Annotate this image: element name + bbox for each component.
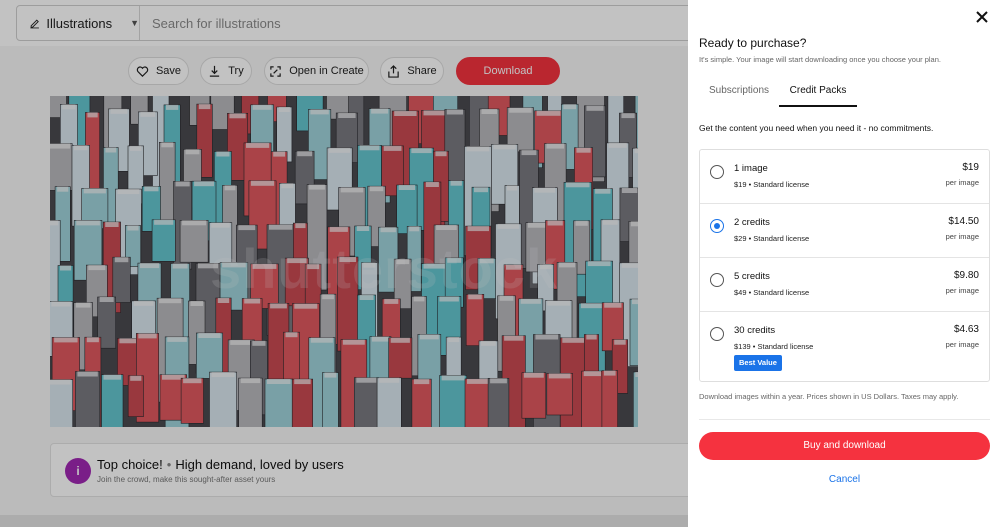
credit-packs-intro: Get the content you need when you need i…	[699, 123, 934, 133]
option-name: 30 credits	[734, 325, 776, 336]
option-name: 1 image	[734, 163, 768, 174]
option-description: $139 • Standard license	[734, 342, 814, 351]
close-icon[interactable]	[975, 10, 989, 24]
option-1-image[interactable]: 1 image $19 • Standard license $19 per i…	[700, 150, 989, 204]
best-value-badge: Best Value	[734, 355, 782, 371]
option-price: $14.50	[948, 216, 979, 227]
option-per-image: per image	[945, 340, 979, 349]
radio-button[interactable]	[710, 327, 724, 341]
tab-subscriptions[interactable]: Subscriptions	[699, 80, 779, 107]
panel-title: Ready to purchase?	[699, 36, 807, 50]
panel-subtitle: It's simple. Your image will start downl…	[699, 55, 941, 64]
option-5-credits[interactable]: 5 credits $49 • Standard license $9.80 p…	[700, 258, 989, 312]
divider	[699, 419, 990, 420]
option-price: $4.63	[953, 324, 979, 335]
credit-pack-options: 1 image $19 • Standard license $19 per i…	[699, 149, 990, 382]
option-description: $49 • Standard license	[734, 288, 810, 297]
purchase-panel: Ready to purchase? It's simple. Your ima…	[688, 0, 1000, 527]
option-per-image: per image	[945, 178, 979, 187]
tab-credit-packs[interactable]: Credit Packs	[779, 80, 857, 107]
option-name: 2 credits	[734, 217, 770, 228]
option-per-image: per image	[945, 286, 979, 295]
plan-tabs: Subscriptions Credit Packs	[699, 80, 989, 107]
option-description: $19 • Standard license	[734, 180, 810, 189]
buy-and-download-button[interactable]: Buy and download	[699, 432, 990, 460]
option-price: $19	[962, 162, 979, 173]
cancel-link[interactable]: Cancel	[699, 474, 990, 485]
option-name: 5 credits	[734, 271, 770, 282]
option-per-image: per image	[945, 232, 979, 241]
pricing-footnote: Download images within a year. Prices sh…	[699, 392, 959, 401]
radio-button[interactable]	[710, 273, 724, 287]
radio-button[interactable]	[710, 165, 724, 179]
radio-button-selected[interactable]	[710, 219, 724, 233]
option-description: $29 • Standard license	[734, 234, 810, 243]
option-price: $9.80	[953, 270, 979, 281]
option-2-credits[interactable]: 2 credits $29 • Standard license $14.50 …	[700, 204, 989, 258]
option-30-credits[interactable]: 30 credits $139 • Standard license $4.63…	[700, 312, 989, 383]
